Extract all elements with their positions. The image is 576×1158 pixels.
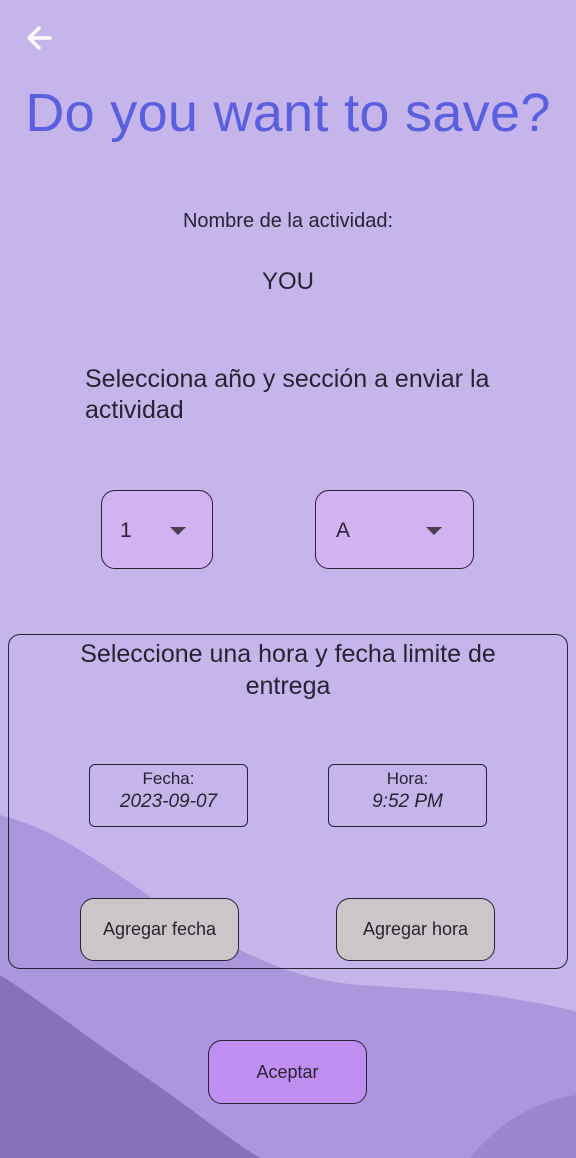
date-value: 2023-09-07 bbox=[119, 791, 218, 812]
section-dropdown-value: A bbox=[336, 519, 351, 542]
activity-name-label: Nombre de la actividad: bbox=[182, 210, 394, 232]
add-date-button[interactable]: Agregar fecha bbox=[80, 898, 239, 961]
activity-name-value: YOU bbox=[261, 268, 314, 295]
caret-down-icon bbox=[426, 527, 442, 535]
caret-down-icon bbox=[170, 527, 186, 535]
page-title: Do you want to save? bbox=[25, 83, 551, 143]
time-value: 9:52 PM bbox=[372, 791, 443, 812]
selection-instruction: Selecciona año y sección a enviar la act… bbox=[85, 365, 490, 424]
date-label: Fecha: bbox=[142, 769, 195, 788]
add-time-button[interactable]: Agregar hora bbox=[336, 898, 495, 961]
year-dropdown-value: 1 bbox=[120, 519, 132, 542]
date-display: Fecha: 2023-09-07 bbox=[89, 764, 248, 827]
back-button[interactable] bbox=[22, 22, 62, 56]
accept-button[interactable]: Aceptar bbox=[208, 1040, 367, 1104]
time-label: Hora: bbox=[386, 769, 429, 788]
section-dropdown[interactable]: A bbox=[315, 490, 474, 569]
year-dropdown[interactable]: 1 bbox=[101, 490, 213, 569]
arrow-left-icon bbox=[27, 26, 52, 50]
background-waves bbox=[0, 815, 576, 1158]
time-display: Hora: 9:52 PM bbox=[328, 764, 487, 827]
deadline-title: Seleccione una hora y fecha limite de en… bbox=[80, 640, 496, 700]
